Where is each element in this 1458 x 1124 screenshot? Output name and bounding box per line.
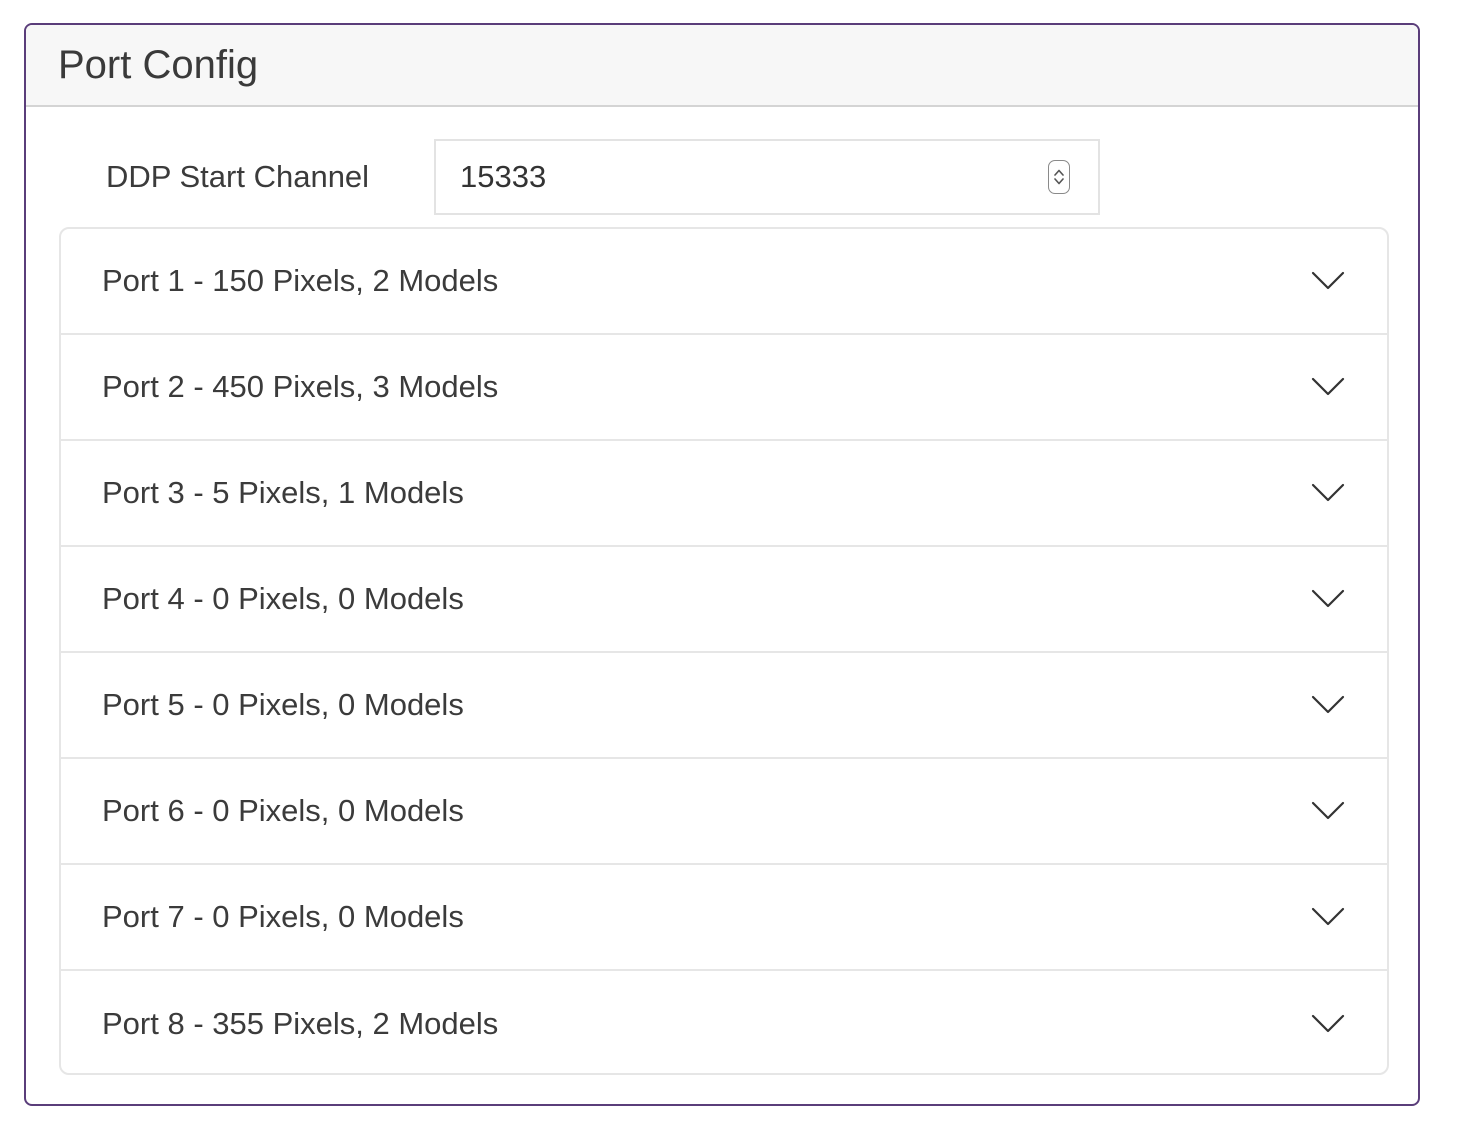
ddp-start-channel-row: DDP Start Channel 15333 (26, 139, 1418, 215)
card-header: Port Config (26, 25, 1418, 107)
chevron-down-icon[interactable] (1311, 907, 1345, 927)
accordion-item-port-1[interactable]: Port 1 - 150 Pixels, 2 Models (61, 229, 1387, 335)
accordion-item-port-4[interactable]: Port 4 - 0 Pixels, 0 Models (61, 547, 1387, 653)
chevron-down-icon[interactable] (1311, 1014, 1345, 1034)
accordion-item-port-7[interactable]: Port 7 - 0 Pixels, 0 Models (61, 865, 1387, 971)
ddp-start-channel-value[interactable]: 15333 (436, 159, 1048, 195)
accordion-item-label: Port 3 - 5 Pixels, 1 Models (102, 475, 464, 510)
ddp-start-channel-label: DDP Start Channel (106, 159, 370, 194)
accordion-item-port-2[interactable]: Port 2 - 450 Pixels, 3 Models (61, 335, 1387, 441)
accordion-item-port-3[interactable]: Port 3 - 5 Pixels, 1 Models (61, 441, 1387, 547)
accordion-item-port-6[interactable]: Port 6 - 0 Pixels, 0 Models (61, 759, 1387, 865)
chevron-down-icon[interactable] (1311, 695, 1345, 715)
accordion-item-label: Port 7 - 0 Pixels, 0 Models (102, 899, 464, 934)
ports-accordion: Port 1 - 150 Pixels, 2 Models Port 2 - 4… (59, 227, 1389, 1075)
accordion-item-label: Port 2 - 450 Pixels, 3 Models (102, 369, 499, 404)
accordion-item-label: Port 1 - 150 Pixels, 2 Models (102, 263, 499, 298)
accordion-item-port-5[interactable]: Port 5 - 0 Pixels, 0 Models (61, 653, 1387, 759)
stepper-down-icon[interactable] (1054, 178, 1064, 185)
accordion-item-label: Port 8 - 355 Pixels, 2 Models (102, 1006, 499, 1041)
ddp-start-channel-input[interactable]: 15333 (434, 139, 1100, 215)
stepper-arrows-icon[interactable] (1048, 160, 1070, 194)
accordion-item-port-8[interactable]: Port 8 - 355 Pixels, 2 Models (61, 971, 1387, 1073)
accordion-item-label: Port 4 - 0 Pixels, 0 Models (102, 581, 464, 616)
card-title: Port Config (58, 42, 259, 87)
accordion-item-label: Port 5 - 0 Pixels, 0 Models (102, 687, 464, 722)
accordion-item-label: Port 6 - 0 Pixels, 0 Models (102, 793, 464, 828)
stepper-up-icon[interactable] (1054, 169, 1064, 176)
port-config-card: Port Config DDP Start Channel 15333 Port… (24, 23, 1420, 1106)
chevron-down-icon[interactable] (1311, 271, 1345, 291)
chevron-down-icon[interactable] (1311, 377, 1345, 397)
chevron-down-icon[interactable] (1311, 801, 1345, 821)
chevron-down-icon[interactable] (1311, 483, 1345, 503)
chevron-down-icon[interactable] (1311, 589, 1345, 609)
